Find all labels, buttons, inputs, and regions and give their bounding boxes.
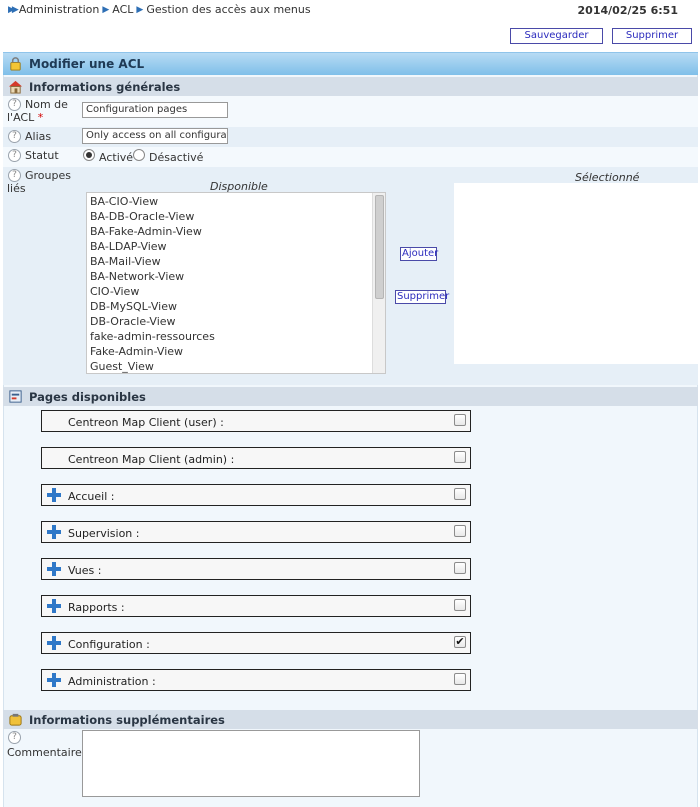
status-active-radio[interactable] [83,149,95,161]
section-extra-title: Informations supplémentaires [29,713,225,727]
remove-group-button[interactable]: Supprimer [395,290,449,304]
page-checkbox[interactable]: ✔ [454,636,466,648]
form-header: Modifier une ACL [3,52,698,75]
page-row: Centreon Map Client (user) : [41,410,471,432]
section-extra: Informations supplémentaires [3,710,698,729]
page-label: Administration : [68,675,156,688]
group-list-item[interactable]: CIO-View [90,284,215,299]
top-bar: ▶▶ Administration ▶ ACL ▶ Gestion des ac… [0,0,700,22]
group-list-item[interactable]: BA-Network-View [90,269,215,284]
section-general: Informations générales [3,77,698,96]
section-pages: Pages disponibles [3,387,698,406]
available-groups-list[interactable]: BA-CIO-View BA-DB-Oracle-View BA-Fake-Admi… [86,192,386,374]
name-input[interactable]: Configuration pages [82,102,228,118]
page-label: Configuration : [68,638,150,651]
scrollbar-thumb[interactable] [375,195,384,299]
page-label: Centreon Map Client (admin) : [68,453,235,466]
page-row: Supervision : [41,521,471,543]
row-status: ? Statut Activé Désactivé [3,147,698,167]
help-icon[interactable]: ? [8,149,21,162]
page-label: Accueil : [68,490,115,503]
breadcrumb-item-administration[interactable]: Administration [19,3,100,16]
page-row: Administration : [41,669,471,691]
pages-icon [9,390,22,403]
groups-label: Groupes liés [7,169,71,195]
help-icon[interactable]: ? [8,169,21,182]
delete-button[interactable]: Supprimer [612,28,692,44]
page-checkbox[interactable] [454,562,466,574]
page-checkbox[interactable] [454,673,466,685]
lock-icon [10,57,21,71]
help-icon[interactable]: ? [8,130,21,143]
page-checkbox[interactable] [454,414,466,426]
section-pages-title: Pages disponibles [29,390,146,404]
page-label: Rapports : [68,601,125,614]
status-inactive-radio[interactable] [133,149,145,161]
comments-label: Commentaires [7,746,88,759]
page-row: Vues : [41,558,471,580]
page-row: Rapports : [41,595,471,617]
breadcrumb-item-acl[interactable]: ACL [112,3,133,16]
page-checkbox[interactable] [454,451,466,463]
group-list-item[interactable]: Guest_View [90,359,215,373]
status-inactive-label: Désactivé [149,151,204,164]
expand-plus-icon[interactable] [47,673,61,687]
expand-plus-icon[interactable] [47,636,61,650]
status-label: Statut [25,149,59,162]
comments-textarea[interactable] [82,730,420,797]
group-list-item[interactable]: BA-Mail-View [90,254,215,269]
page-row: Configuration : ✔ [41,632,471,654]
scrollbar[interactable] [372,193,385,373]
group-list-item[interactable]: Fake-Admin-View [90,344,215,359]
group-list-item[interactable]: BA-DB-Oracle-View [90,209,215,224]
page-checkbox[interactable] [454,488,466,500]
page-row: Accueil : [41,484,471,506]
help-icon[interactable]: ? [8,98,21,111]
expand-plus-icon[interactable] [47,562,61,576]
page-row: Centreon Map Client (admin) : [41,447,471,469]
house-icon [8,80,23,94]
alias-input[interactable]: Only access on all configuratio [82,128,228,144]
info-icon [9,713,22,726]
add-group-button[interactable]: Ajouter [400,247,438,261]
section-general-title: Informations générales [29,80,181,94]
row-name: ? Nom de l'ACL * Configuration pages [3,96,698,127]
page-label: Centreon Map Client (user) : [68,416,224,429]
status-active-label: Activé [99,151,134,164]
group-list-item[interactable]: DB-MySQL-View [90,299,215,314]
breadcrumb-item-menu-access[interactable]: Gestion des accès aux menus [146,3,310,16]
selected-groups-list[interactable] [454,183,698,364]
arrow-icon: ▶ [102,4,110,15]
datetime: 2014/02/25 6:51 [577,4,678,17]
group-list-item[interactable]: fake-admin-ressources [90,329,215,344]
group-list-item[interactable]: BA-Fake-Admin-View [90,224,215,239]
page-label: Supervision : [68,527,140,540]
expand-plus-icon[interactable] [47,599,61,613]
double-arrow-icon: ▶▶ [8,4,19,15]
page-checkbox[interactable] [454,599,466,611]
help-icon[interactable]: ? [8,731,21,744]
page-checkbox[interactable] [454,525,466,537]
expand-plus-icon[interactable] [47,488,61,502]
arrow-icon: ▶ [136,4,144,15]
group-list-item[interactable]: BA-LDAP-View [90,239,215,254]
breadcrumb: ▶▶ Administration ▶ ACL ▶ Gestion des ac… [8,3,311,16]
row-alias: ? Alias Only access on all configuratio [3,127,698,147]
group-list-item[interactable]: BA-CIO-View [90,194,215,209]
expand-plus-icon[interactable] [47,525,61,539]
form-title: Modifier une ACL [29,57,145,71]
page-label: Vues : [68,564,102,577]
group-list-item[interactable]: DB-Oracle-View [90,314,215,329]
save-button[interactable]: Sauvegarder [510,28,603,44]
name-label: Nom de l'ACL * [7,98,68,124]
alias-label: Alias [25,130,52,143]
